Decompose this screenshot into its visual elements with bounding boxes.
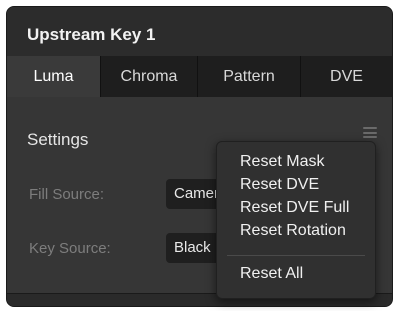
menu-icon-line [363, 127, 377, 129]
panel-title: Upstream Key 1 [27, 25, 156, 44]
fill-source-label: Fill Source: [29, 186, 105, 203]
menu-item-reset-mask[interactable]: Reset Mask [240, 153, 324, 171]
tab-dve[interactable]: DVE [301, 56, 392, 97]
panel-header: Upstream Key 1 [7, 7, 392, 56]
menu-icon-line [363, 131, 377, 134]
fill-source-select[interactable]: Camera [166, 179, 222, 209]
menu-icon-line [363, 136, 377, 138]
menu-separator [227, 255, 365, 256]
tab-luma[interactable]: Luma [7, 56, 101, 97]
key-source-select[interactable]: Black [166, 233, 222, 263]
key-source-label: Key Source: [29, 240, 111, 257]
reset-context-menu: Reset Mask Reset DVE Reset DVE Full Rese… [216, 141, 376, 299]
tab-chroma[interactable]: Chroma [101, 56, 198, 97]
menu-item-reset-dve[interactable]: Reset DVE [240, 176, 319, 194]
menu-item-reset-dve-full[interactable]: Reset DVE Full [240, 199, 349, 217]
tab-pattern[interactable]: Pattern [198, 56, 301, 97]
menu-item-reset-all[interactable]: Reset All [240, 265, 303, 283]
settings-title: Settings [27, 130, 89, 149]
menu-item-reset-rotation[interactable]: Reset Rotation [240, 222, 346, 240]
hamburger-menu-icon[interactable] [363, 127, 377, 138]
tab-bar: Luma Chroma Pattern DVE [7, 56, 392, 97]
